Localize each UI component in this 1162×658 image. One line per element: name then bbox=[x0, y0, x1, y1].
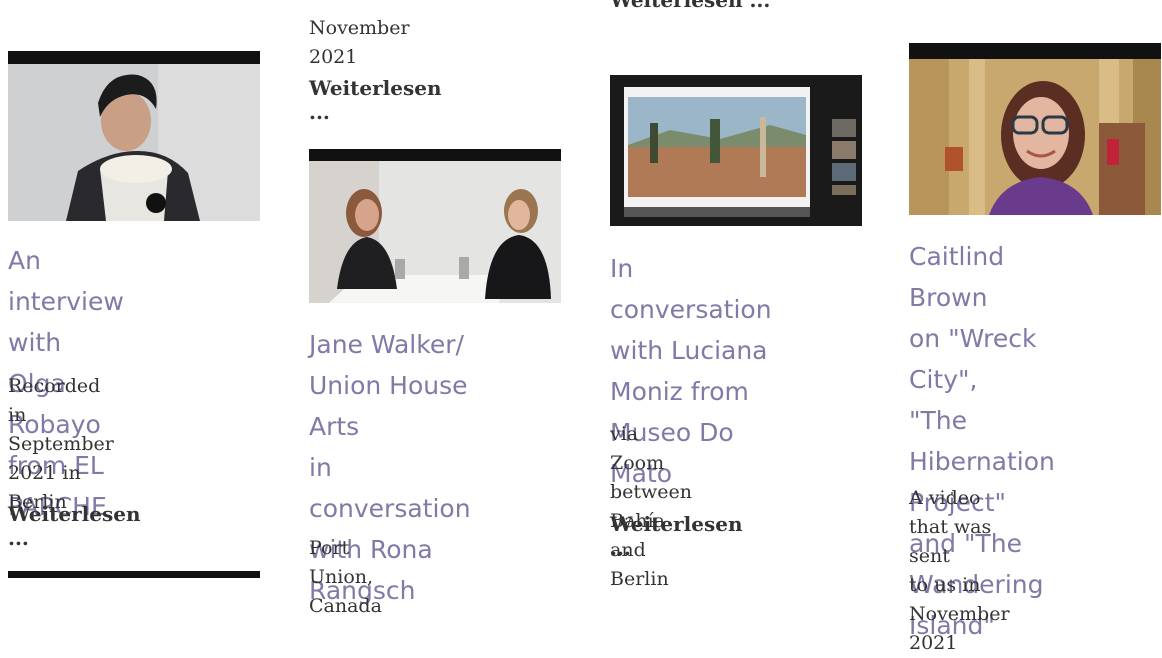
previous-read-more-link[interactable]: Weiterlesen ... bbox=[309, 76, 442, 124]
video-thumbnail-luciana-moniz[interactable] bbox=[610, 75, 862, 226]
video-still-portrait bbox=[8, 51, 260, 221]
previous-card-description: November 2021 bbox=[309, 17, 410, 68]
video-still-two-people bbox=[309, 149, 561, 303]
video-thumbnail-olga-robayo[interactable] bbox=[8, 51, 260, 221]
card-description: A video that was sent to us in November … bbox=[909, 487, 1010, 654]
read-more-link[interactable]: Weiterlesen ... bbox=[8, 502, 141, 550]
next-thumbnail-edge[interactable] bbox=[8, 571, 260, 578]
card-description: Recorded in September 2021 in Berlin bbox=[8, 375, 114, 513]
zoom-call-screenshot bbox=[610, 75, 862, 226]
video-still-woman-glasses bbox=[909, 43, 1161, 215]
video-thumbnail-jane-walker[interactable] bbox=[309, 149, 561, 303]
read-more-link[interactable]: Weiterlesen ... bbox=[610, 512, 743, 560]
video-thumbnail-caitlind-brown[interactable] bbox=[909, 43, 1161, 215]
card-description: via Zoom between Bahía and Berlin bbox=[610, 423, 693, 590]
previous-read-more-cut[interactable]: Weiterlesen ... bbox=[610, 0, 862, 20]
